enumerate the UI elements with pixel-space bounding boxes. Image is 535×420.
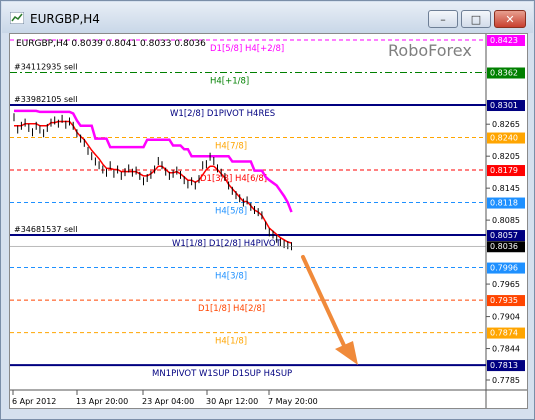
y-tick-label: 0.8145 xyxy=(492,184,520,193)
level-price-text: 0.8179 xyxy=(490,166,518,175)
chart-app-icon xyxy=(10,12,24,24)
level-price-text: 0.7935 xyxy=(490,296,518,305)
level-price-tag: 0.7996 xyxy=(487,262,525,274)
level-label: MN1PIVOT W1SUP D1SUP H4SUP xyxy=(152,369,292,379)
watermark-logo: RoboForex xyxy=(388,41,472,60)
level-price-text: 0.8423 xyxy=(490,36,518,45)
level-label: H4[1/8] xyxy=(215,337,247,347)
level-price-tag: 0.8240 xyxy=(487,132,525,144)
x-tick-label: 23 Apr 04:00 xyxy=(142,397,194,406)
order-label: #34681537 sell xyxy=(14,225,78,234)
title-bar[interactable]: EURGBP,H4 – □ ✕ xyxy=(2,2,533,33)
y-tick-label: 0.7844 xyxy=(492,345,520,354)
level-label: D1[5/8] H4[+2/8] xyxy=(210,44,284,54)
level-label: D1[1/8] H4[2/8] xyxy=(198,304,265,314)
level-price-text: 0.8362 xyxy=(490,69,518,78)
plot-background xyxy=(10,34,486,390)
y-tick-label: 0.8205 xyxy=(492,152,520,161)
close-button[interactable]: ✕ xyxy=(494,10,526,28)
level-label: W1[1/8] D1[2/8] H4PIVOT xyxy=(172,239,282,249)
level-label: D1[3/8] H4[6/8] xyxy=(200,174,267,184)
current-price-tag: 0.8036 xyxy=(490,242,518,251)
level-price-tag: 0.8301 xyxy=(487,100,525,112)
maximize-button[interactable]: □ xyxy=(461,10,491,28)
x-tick-label: 30 Apr 12:00 xyxy=(206,397,258,406)
level-price-text: 0.8118 xyxy=(490,199,518,208)
level-price-text: 0.7874 xyxy=(490,329,518,338)
level-price-tag: 0.8118 xyxy=(487,197,525,209)
level-label: H4[5/8] xyxy=(215,207,247,217)
time-axis: 6 Apr 2012 13 Apr 20:00 23 Apr 04:00 30 Apr… xyxy=(12,390,318,406)
order-label: #34112935 sell xyxy=(14,63,78,72)
y-tick-label: 0.8265 xyxy=(492,120,520,129)
price-chart[interactable]: D1[5/8] H4[+2/8] 0.8423 H4[+1/8] 0.8362 W1[2… xyxy=(10,34,527,408)
level-price-tag: 0.7874 xyxy=(487,327,525,339)
y-tick-label: 0.7904 xyxy=(492,313,520,322)
level-price-tag: 0.8057 xyxy=(487,230,525,242)
chart-header: EURGBP,H4 0.8039 0.8041 0.8033 0.8036 xyxy=(16,39,206,49)
level-price-tag: 0.7813 xyxy=(487,360,525,372)
level-label: H4[7/8] xyxy=(215,142,247,152)
level-price-tag: 0.8423 xyxy=(487,35,525,46)
y-tick-label: 0.7965 xyxy=(492,280,520,289)
chart-area[interactable]: D1[5/8] H4[+2/8] 0.8423 H4[+1/8] 0.8362 W1[2… xyxy=(9,33,528,409)
level-price-tag: 0.8179 xyxy=(487,165,525,177)
x-tick-label: 6 Apr 2012 xyxy=(12,397,56,406)
x-tick-label: 13 Apr 20:00 xyxy=(76,397,128,406)
level-price-tag: 0.8362 xyxy=(487,67,525,79)
level-label: W1[2/8] D1PIVOT H4RES xyxy=(170,109,275,119)
y-tick-label: 0.8085 xyxy=(492,216,520,225)
level-label: H4[+1/8] xyxy=(210,77,249,87)
level-price-text: 0.7996 xyxy=(490,264,518,273)
x-tick-label: 7 May 20:00 xyxy=(268,397,318,406)
level-price-text: 0.8240 xyxy=(490,134,518,143)
level-label: H4[3/8] xyxy=(215,272,247,282)
level-price-text: 0.8301 xyxy=(490,101,518,110)
minimize-button[interactable]: – xyxy=(428,10,458,28)
y-tick-label: 0.7785 xyxy=(492,376,520,385)
chart-window: EURGBP,H4 – □ ✕ D1[5/8] H4[+2/8] 0.8423 H4… xyxy=(0,0,535,420)
window-title: EURGBP,H4 xyxy=(30,12,100,26)
level-price-text: 0.7813 xyxy=(490,361,518,370)
level-price-tag: 0.7935 xyxy=(487,295,525,307)
order-label: #33982105 sell xyxy=(14,95,78,104)
level-price-text: 0.8057 xyxy=(490,231,518,240)
